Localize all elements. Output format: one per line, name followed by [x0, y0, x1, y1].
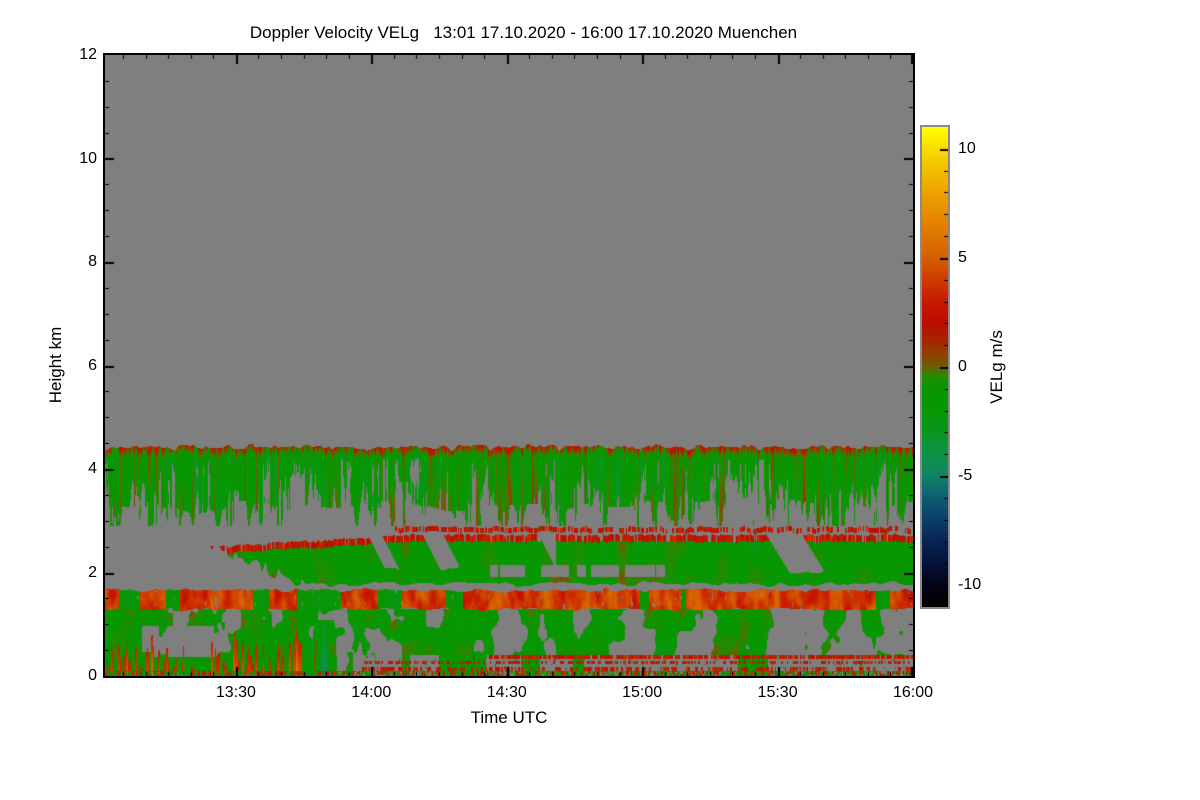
x-tick-label: 15:00	[622, 684, 663, 701]
y-tick-label: 8	[88, 253, 97, 270]
x-axis-title: Time UTC	[470, 708, 548, 727]
colorbar	[920, 125, 950, 609]
x-tick-label: 13:30	[215, 684, 256, 701]
y-tick-label: 12	[79, 46, 97, 63]
y-tick-label: 4	[88, 460, 97, 477]
y-tick-label: 0	[88, 667, 97, 684]
x-tick-label: 14:30	[486, 684, 527, 701]
y-tick-label: 10	[79, 149, 97, 167]
colorbar-tick-label: 10	[958, 139, 976, 157]
plot-area	[103, 53, 915, 678]
doppler-velocity-figure: Doppler Velocity VELg 13:01 17.10.2020 -…	[0, 0, 1200, 800]
colorbar-gradient-canvas	[922, 127, 948, 607]
colorbar-tick-label: -5	[958, 467, 973, 485]
x-tick-label: 16:00	[892, 684, 934, 701]
y-tick-label: 6	[88, 356, 97, 374]
chart-title: Doppler Velocity VELg 13:01 17.10.2020 -…	[249, 23, 798, 42]
colorbar-title: VELg m/s	[987, 330, 1006, 404]
heatmap-canvas	[105, 55, 913, 676]
colorbar-tick-label: 0	[958, 358, 967, 375]
x-tick-label: 15:30	[757, 684, 798, 701]
y-tick-label: 2	[88, 563, 97, 581]
colorbar-tick-label: 5	[958, 248, 967, 266]
colorbar-tick-label: -10	[958, 576, 982, 594]
x-tick-label: 14:00	[351, 684, 392, 701]
